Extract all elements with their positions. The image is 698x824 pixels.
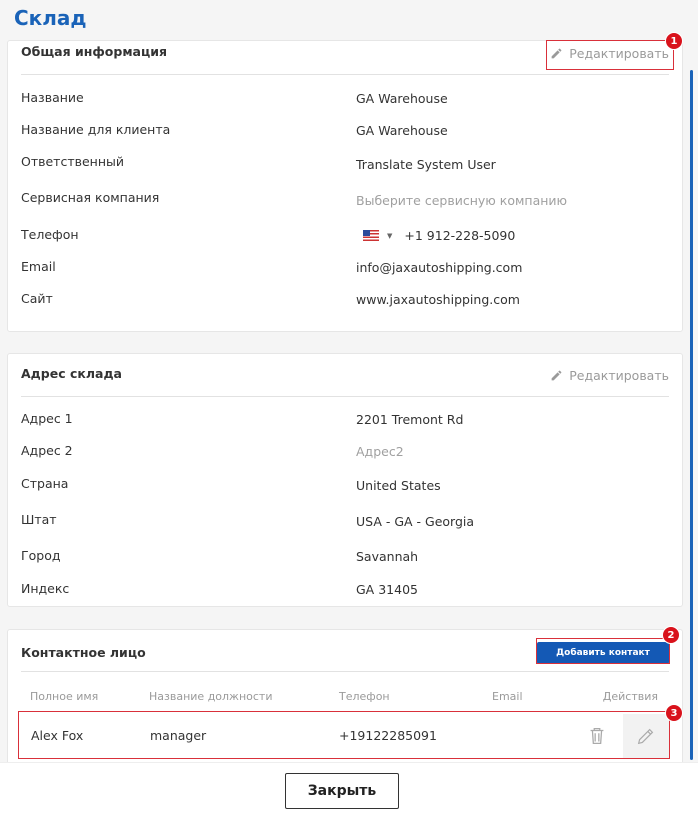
marker-box-3 <box>18 711 670 759</box>
address-card: Адрес склада Редактировать Адрес 1 2201 … <box>7 353 683 607</box>
row-label: Адрес 2 <box>21 443 73 458</box>
service-company-select[interactable]: Выберите сервисную компанию <box>356 193 567 208</box>
address-title: Адрес склада <box>21 366 122 381</box>
row-label: Название <box>21 90 84 105</box>
marker-box-2 <box>536 638 670 664</box>
row-label: Email <box>21 259 56 274</box>
us-flag-icon[interactable] <box>363 230 379 241</box>
col-header-actions: Действия <box>602 690 658 703</box>
row-label: Телефон <box>21 227 79 242</box>
footer: Закрыть <box>0 762 698 824</box>
row-value: GA 31405 <box>356 582 418 597</box>
row-label: Адрес 1 <box>21 411 73 426</box>
col-header-position[interactable]: Название должности <box>149 690 273 703</box>
row-value: United States <box>356 478 441 493</box>
row-value: info@jaxautoshipping.com <box>356 260 523 275</box>
address2-placeholder: Адрес2 <box>356 444 404 459</box>
row-label: Штат <box>21 512 57 527</box>
row-label: Город <box>21 548 61 563</box>
phone-field[interactable]: ▼ +1 912-228-5090 <box>363 228 515 243</box>
marker-badge-2: 2 <box>662 626 680 644</box>
row-value: Savannah <box>356 549 419 564</box>
marker-badge-3: 3 <box>665 704 683 722</box>
contacts-title: Контактное лицо <box>21 645 146 660</box>
row-value: www.jaxautoshipping.com <box>356 292 520 307</box>
col-header-full-name[interactable]: Полное имя <box>30 690 98 703</box>
phone-value: +1 912-228-5090 <box>404 228 516 243</box>
row-label: Индекс <box>21 581 70 596</box>
general-info-title: Общая информация <box>21 44 168 59</box>
address-edit-button[interactable]: Редактировать <box>540 365 669 386</box>
col-header-email[interactable]: Email <box>492 690 523 703</box>
row-value: GA Warehouse <box>356 91 448 106</box>
row-value: USA - GA - Georgia <box>356 514 475 529</box>
row-label: Сервисная компания <box>21 190 160 205</box>
row-value: GA Warehouse <box>356 123 448 138</box>
vertical-scrollbar[interactable] <box>690 70 693 760</box>
row-label: Название для клиента <box>21 122 171 137</box>
pencil-icon <box>551 370 562 381</box>
page-title: Склад <box>14 6 87 30</box>
address-header: Адрес склада Редактировать <box>21 354 669 397</box>
row-label: Ответственный <box>21 154 125 169</box>
marker-badge-1: 1 <box>665 32 683 50</box>
row-value: 2201 Tremont Rd <box>356 412 464 427</box>
row-label: Страна <box>21 476 69 491</box>
row-value: Translate System User <box>356 157 496 172</box>
marker-box-1 <box>546 40 674 70</box>
address-edit-label: Редактировать <box>569 368 669 383</box>
general-info-card: Общая информация Редактировать Название … <box>7 40 683 332</box>
close-button[interactable]: Закрыть <box>285 773 399 809</box>
row-label: Сайт <box>21 291 53 306</box>
col-header-phone[interactable]: Телефон <box>339 690 390 703</box>
chevron-down-icon[interactable]: ▼ <box>387 232 392 240</box>
